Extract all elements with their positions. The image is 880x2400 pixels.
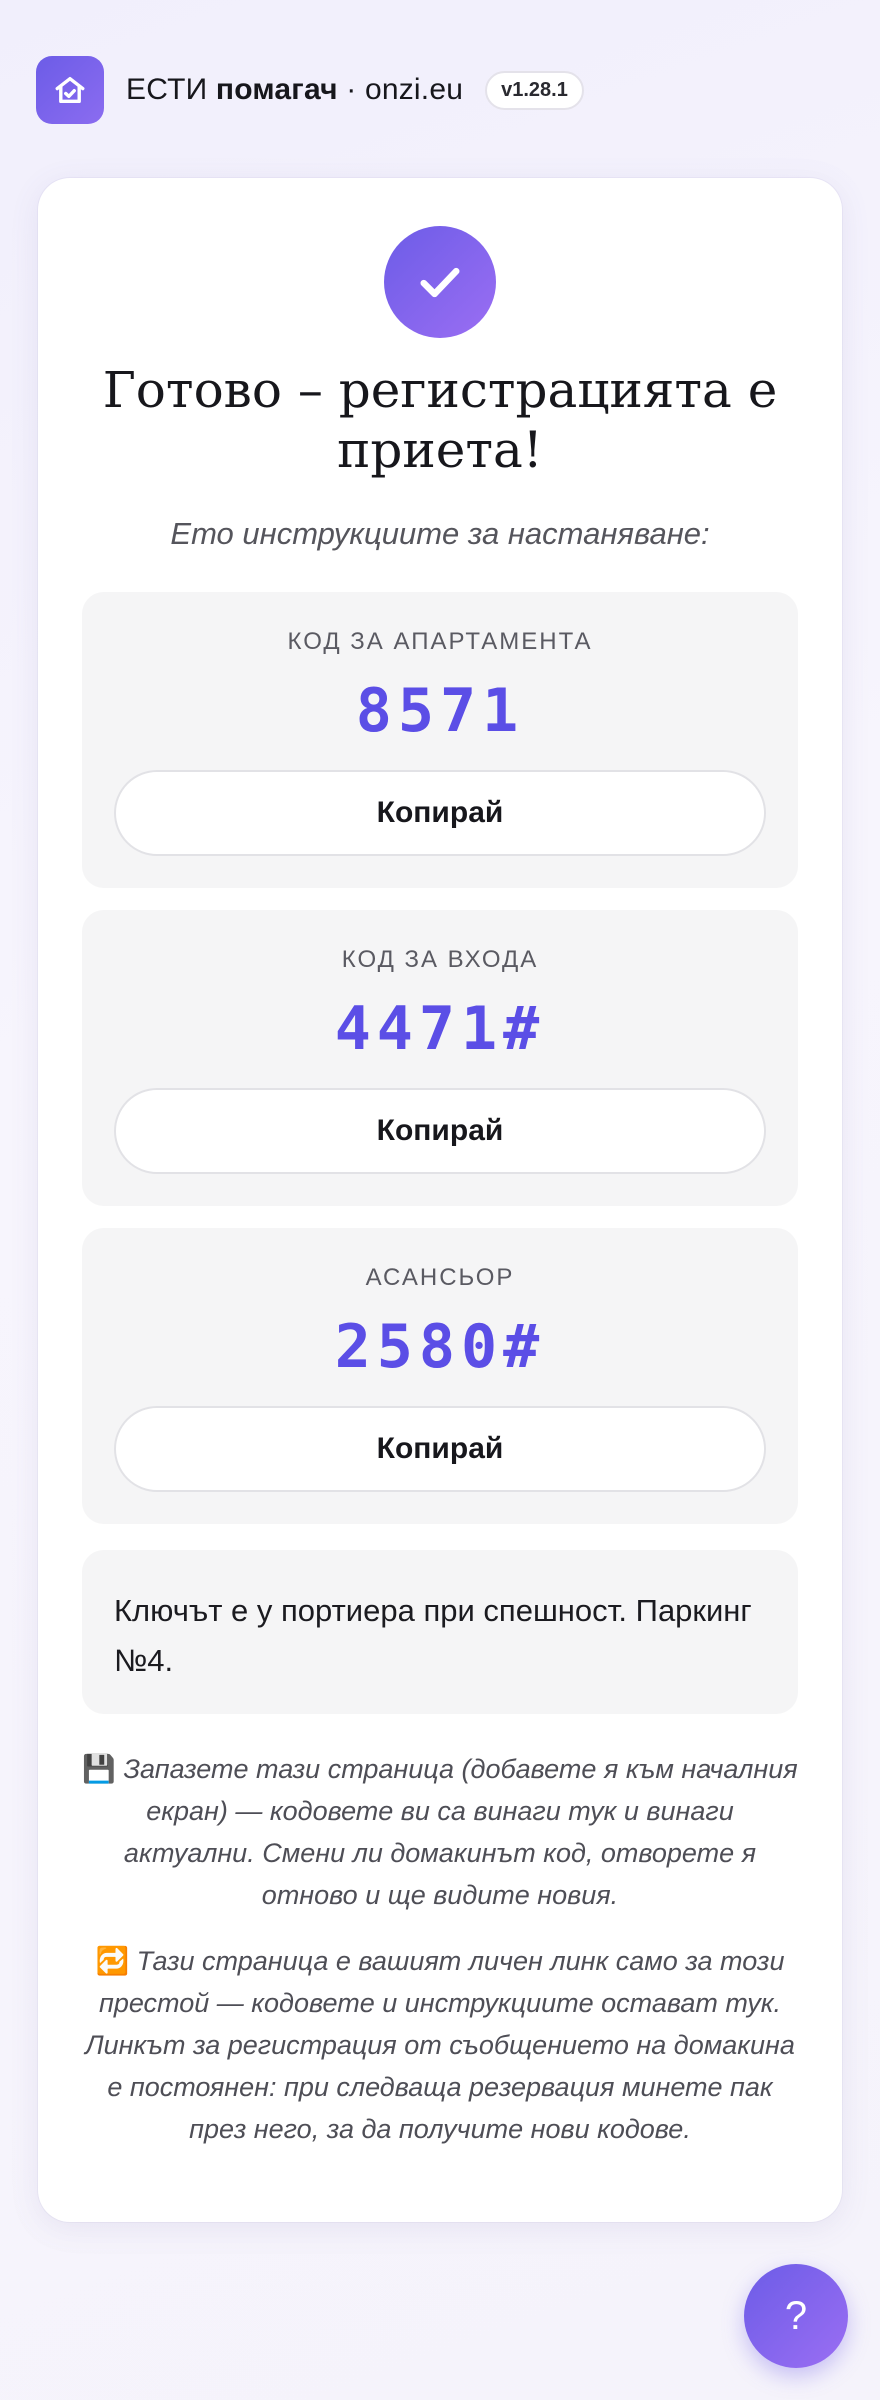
code-value: 8571 [355,676,525,746]
entrance-code-box: КОД ЗА ВХОДА 4471# Копирай [82,910,798,1206]
house-icon[interactable] [36,56,104,124]
save-page-text: Запазете тази страница (добавете я към н… [123,1754,798,1910]
apartment-code-box: КОД ЗА АПАРТАМЕНТА 8571 Копирай [82,592,798,888]
floppy-disk-icon: 💾 [82,1754,116,1784]
code-label: КОД ЗА ВХОДА [341,946,539,973]
personal-link-info: 🔁 Тази страница е вашият личен линк само… [82,1940,798,2150]
brand-prefix: ЕСТИ [126,73,208,106]
code-value: 4471# [334,994,546,1064]
brand-title: ЕСТИ помагач · onzi.eu [126,73,463,107]
brand-bold: помагач [215,73,338,106]
brand-suffix: · onzi.eu [337,73,464,106]
code-value: 2580# [334,1312,546,1382]
page-subtitle: Ето инструкциите за настаняване: [170,516,710,551]
code-label: АСАНСЬОР [365,1264,515,1291]
repeat-icon: 🔁 [95,1946,130,1976]
copy-button[interactable]: Копирай [114,1406,766,1492]
save-page-info: 💾 Запазете тази страница (добавете я към… [82,1748,798,1916]
app-header: ЕСТИ помагач · onzi.eu v1.28.1 [36,56,584,124]
help-button[interactable]: ? [744,2264,848,2368]
copy-button[interactable]: Копирай [114,770,766,856]
host-note: Ключът е у портиера при спешност. Паркин… [82,1550,798,1714]
personal-link-text: Тази страница е вашият личен линк само з… [85,1946,795,2144]
copy-button[interactable]: Копирай [114,1088,766,1174]
checkmark-icon [384,226,496,338]
version-badge: v1.28.1 [485,70,584,110]
elevator-code-box: АСАНСЬОР 2580# Копирай [82,1228,798,1524]
code-label: КОД ЗА АПАРТАМЕНТА [287,628,593,655]
page-title: Готово – регистрацията е приета! [102,361,778,479]
checkin-card: Готово – регистрацията е приета! Ето инс… [38,178,842,2222]
